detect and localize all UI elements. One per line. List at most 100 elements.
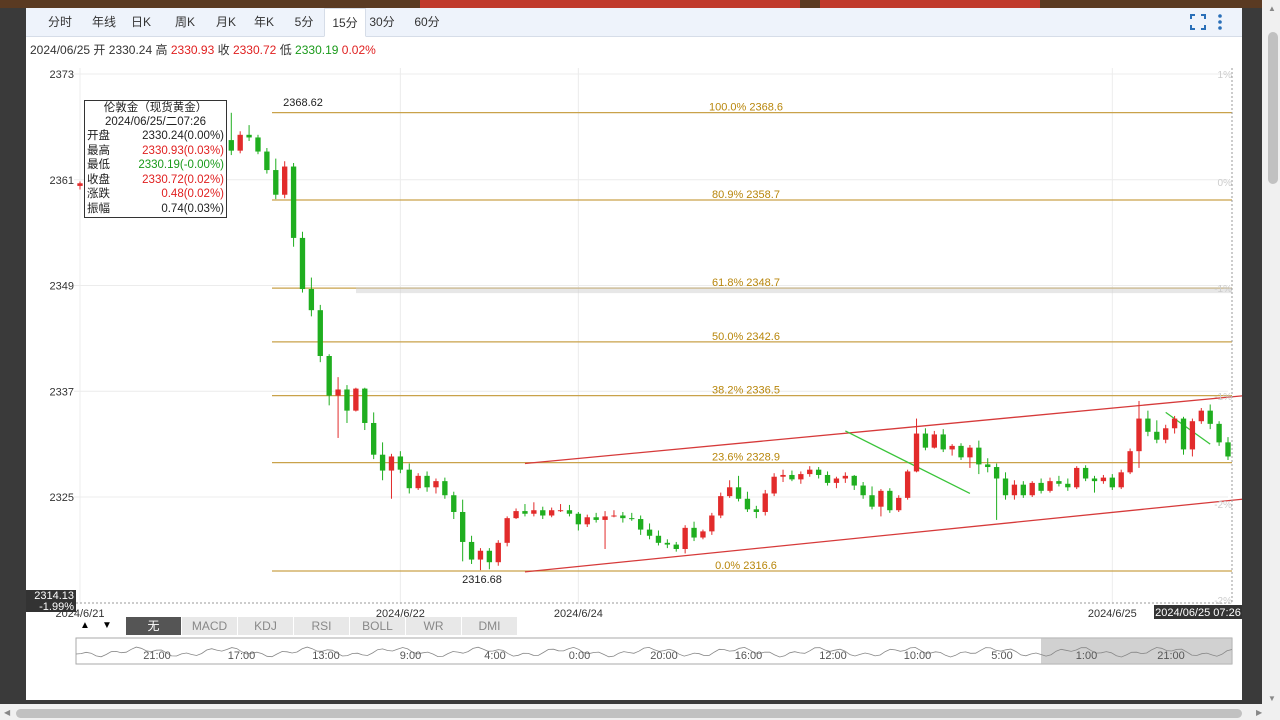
tooltip-row-label: 最高 xyxy=(87,144,110,157)
candle-body xyxy=(273,170,279,195)
tooltip-row-label: 开盘 xyxy=(87,130,110,142)
nav-down-button[interactable]: ▼ xyxy=(98,617,116,635)
candle-body xyxy=(415,475,421,489)
candle-body xyxy=(522,511,528,514)
navigator-time-label: 4:00 xyxy=(484,650,505,662)
candle-body xyxy=(976,447,982,465)
candle-body xyxy=(486,550,493,563)
right-pct-label: 0% xyxy=(1218,178,1233,189)
fib-level-label: 23.6% 2328.9 xyxy=(712,452,780,464)
navigator-time-label: 21:00 xyxy=(143,650,171,662)
navigator-time-label: 9:00 xyxy=(400,650,421,662)
candle-body xyxy=(789,474,795,480)
candle-body xyxy=(940,434,946,450)
candle-body xyxy=(397,456,404,470)
right-pct-label: -1% xyxy=(1214,392,1232,403)
candle-body xyxy=(807,469,813,475)
candle-body xyxy=(1002,478,1009,496)
y-tick-label: 2349 xyxy=(50,281,74,293)
indicator-wr[interactable]: WR xyxy=(406,617,462,635)
scroll-up-arrow[interactable]: ▲ xyxy=(1268,4,1276,13)
fib-highlight-band xyxy=(356,287,1232,294)
fib-level-label: 38.2% 2336.5 xyxy=(712,385,780,397)
candle-body xyxy=(602,516,608,520)
candle-body xyxy=(896,497,902,511)
horizontal-scrollbar-thumb[interactable] xyxy=(16,709,1242,718)
scroll-down-arrow[interactable]: ▼ xyxy=(1268,694,1276,703)
nav-up-button[interactable]: ▲ xyxy=(76,617,94,635)
channel-lower-line xyxy=(524,498,1242,573)
tooltip-row: 振幅 0.74(0.03%) xyxy=(85,202,226,217)
navigator-time-label: 10:00 xyxy=(904,650,932,662)
tooltip-row: 开盘 2330.24(0.00%) xyxy=(85,129,226,144)
navigator-time-label: 5:00 xyxy=(991,650,1012,662)
fib-level-label: 0.0% 2316.6 xyxy=(715,560,777,572)
tooltip-row-label: 涨跌 xyxy=(87,188,110,201)
x-tick-label: 2024/6/24 xyxy=(554,608,603,620)
candle-body xyxy=(620,515,626,519)
candle-body xyxy=(1136,418,1142,452)
candle-body xyxy=(317,310,323,356)
scroll-left-arrow[interactable]: ◀ xyxy=(4,708,10,717)
indicator-dmi[interactable]: DMI xyxy=(462,617,518,635)
candle-body xyxy=(1020,484,1026,496)
navigator-time-label: 16:00 xyxy=(735,650,763,662)
navigator-time-label: 20:00 xyxy=(650,650,678,662)
tooltip-row-label: 振幅 xyxy=(87,202,110,215)
candle-body xyxy=(513,511,519,519)
candle-body xyxy=(344,389,350,411)
banner-red-bar xyxy=(820,0,1040,8)
candle-body xyxy=(548,510,555,516)
candle-body xyxy=(1189,421,1196,450)
candle-body xyxy=(371,422,377,455)
candle-body xyxy=(1011,484,1018,496)
candle-body xyxy=(406,469,412,489)
candle-body xyxy=(575,513,582,525)
candle-body xyxy=(228,140,234,151)
candle-body xyxy=(629,518,635,520)
candle-body xyxy=(531,510,537,514)
navigator-time-label: 17:00 xyxy=(228,650,256,662)
candle-body xyxy=(566,510,573,514)
candle-body xyxy=(1056,481,1062,484)
indicator-boll[interactable]: BOLL xyxy=(350,617,406,635)
indicator-无[interactable]: 无 xyxy=(126,617,182,635)
candle-body xyxy=(798,474,804,480)
candle-body xyxy=(495,542,501,563)
candle-body xyxy=(922,433,929,448)
banner-red-bar xyxy=(420,0,800,8)
right-pct-label: -2% xyxy=(1214,500,1232,511)
candle-body xyxy=(388,456,395,471)
candle-body xyxy=(1154,431,1160,440)
indicator-rsi[interactable]: RSI xyxy=(294,617,350,635)
candle-body xyxy=(433,481,439,488)
candle-body xyxy=(913,433,920,472)
candle-body xyxy=(691,527,697,538)
tooltip-datetime: 2024/06/25/二07:26 xyxy=(104,116,207,128)
high-price-label: 2368.62 xyxy=(283,97,323,109)
candle-body xyxy=(682,527,688,549)
channel-upper-line xyxy=(524,395,1242,465)
candle-body xyxy=(442,481,448,496)
candle-body xyxy=(851,475,857,486)
candle-body xyxy=(673,544,679,549)
scroll-right-arrow[interactable]: ▶ xyxy=(1256,708,1262,717)
candle-body xyxy=(824,474,831,483)
candle-body xyxy=(869,495,875,507)
candle-body xyxy=(584,517,590,525)
candle-body xyxy=(540,510,546,516)
candle-body xyxy=(958,445,964,458)
vertical-scrollbar-thumb[interactable] xyxy=(1268,32,1278,184)
candle-body xyxy=(299,237,306,290)
tooltip-row-label: 收盘 xyxy=(87,173,110,186)
candle-body xyxy=(637,519,644,530)
candle-body xyxy=(887,490,893,511)
tooltip-row-value: 0.74(0.03%) xyxy=(161,202,224,215)
indicator-macd[interactable]: MACD xyxy=(182,617,238,635)
candle-body xyxy=(1065,483,1071,488)
candle-body xyxy=(1127,451,1133,473)
indicator-kdj[interactable]: KDJ xyxy=(238,617,294,635)
crosshair-y-pct: -1.99% xyxy=(39,601,74,613)
navigator-time-label: 0:00 xyxy=(569,650,590,662)
tooltip-row-value: 2330.19(-0.00%) xyxy=(138,159,224,172)
